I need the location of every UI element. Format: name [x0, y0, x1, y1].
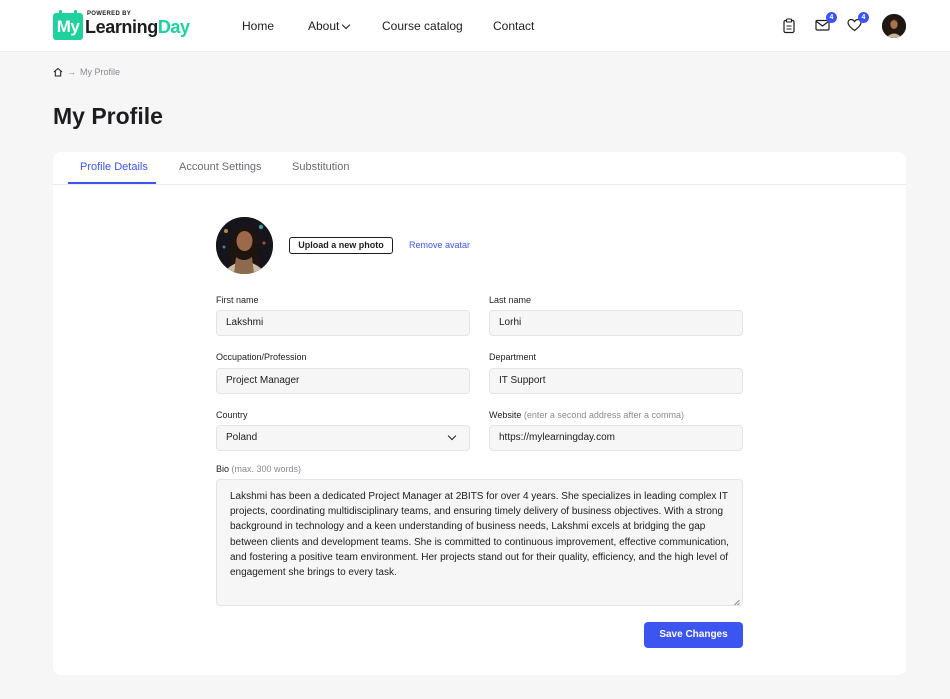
- nav-contact[interactable]: Contact: [493, 19, 534, 33]
- occupation-field[interactable]: Project Manager: [216, 368, 470, 394]
- first-name-label: First name: [216, 295, 259, 305]
- website-hint: (enter a second address after a comma): [523, 410, 684, 420]
- nav-about-label: About: [308, 19, 340, 33]
- profile-tabs: Profile Details Account Settings Substit…: [53, 152, 906, 185]
- country-select[interactable]: Poland: [216, 425, 470, 451]
- save-changes-button[interactable]: Save Changes: [644, 622, 743, 648]
- last-name-field[interactable]: Lorhi: [489, 310, 743, 336]
- first-name-field[interactable]: Lakshmi: [216, 310, 470, 336]
- remove-avatar-link[interactable]: Remove avatar: [409, 240, 470, 250]
- active-tab-indicator: [68, 182, 156, 184]
- department-field[interactable]: IT Support: [489, 368, 743, 394]
- breadcrumb: → My Profile: [53, 67, 120, 77]
- home-icon[interactable]: [53, 67, 63, 77]
- arrow-right-icon: →: [67, 67, 76, 77]
- profile-card: Profile Details Account Settings Substit…: [53, 152, 906, 675]
- bio-textarea[interactable]: Lakshmi has been a dedicated Project Man…: [216, 479, 743, 606]
- website-field[interactable]: https://mylearningday.com: [489, 425, 743, 451]
- page-title: My Profile: [53, 103, 163, 129]
- tab-substitution[interactable]: Substitution: [292, 161, 349, 173]
- logo-tile: My: [53, 10, 83, 40]
- chevron-down-icon: [342, 20, 351, 30]
- logo-word-accent: Day: [157, 17, 190, 37]
- profile-avatar: [216, 217, 273, 274]
- upload-photo-button[interactable]: Upload a new photo: [289, 237, 393, 254]
- occupation-label: Occupation/Profession: [216, 352, 307, 362]
- nav-course-catalog[interactable]: Course catalog: [382, 19, 463, 33]
- last-name-label: Last name: [489, 295, 532, 305]
- department-label: Department: [489, 352, 537, 362]
- logo-wordmark: LearningDay: [85, 17, 190, 38]
- mail-badge: 4: [826, 12, 837, 23]
- resize-handle-icon[interactable]: [733, 596, 740, 605]
- tab-account-settings[interactable]: Account Settings: [179, 161, 262, 173]
- logo-word-dark: Learning: [85, 17, 158, 37]
- user-avatar[interactable]: [882, 14, 906, 38]
- breadcrumb-current: My Profile: [80, 67, 121, 77]
- heart-icon[interactable]: 4: [847, 12, 869, 34]
- clipboard-icon[interactable]: [782, 18, 798, 34]
- mylearningday-logo[interactable]: My POWERED BY LearningDay: [53, 10, 193, 42]
- heart-badge: 4: [858, 12, 869, 23]
- bio-label: Bio (max. 300 words): [216, 464, 301, 474]
- nav-home[interactable]: Home: [242, 19, 274, 33]
- bio-text: Lakshmi has been a dedicated Project Man…: [230, 491, 729, 579]
- tab-profile-details[interactable]: Profile Details: [80, 161, 148, 173]
- chevron-down-icon: [447, 431, 457, 441]
- bio-label-text: Bio: [216, 464, 230, 474]
- bio-hint: (max. 300 words): [231, 464, 302, 474]
- mail-icon[interactable]: 4: [815, 12, 837, 34]
- country-value: Poland: [226, 432, 258, 443]
- website-label-text: Website: [489, 410, 522, 420]
- top-navbar: My POWERED BY LearningDay Home About Cou…: [0, 0, 950, 52]
- website-label: Website (enter a second address after a …: [489, 410, 684, 420]
- nav-about[interactable]: About: [308, 19, 351, 33]
- country-label: Country: [216, 410, 248, 420]
